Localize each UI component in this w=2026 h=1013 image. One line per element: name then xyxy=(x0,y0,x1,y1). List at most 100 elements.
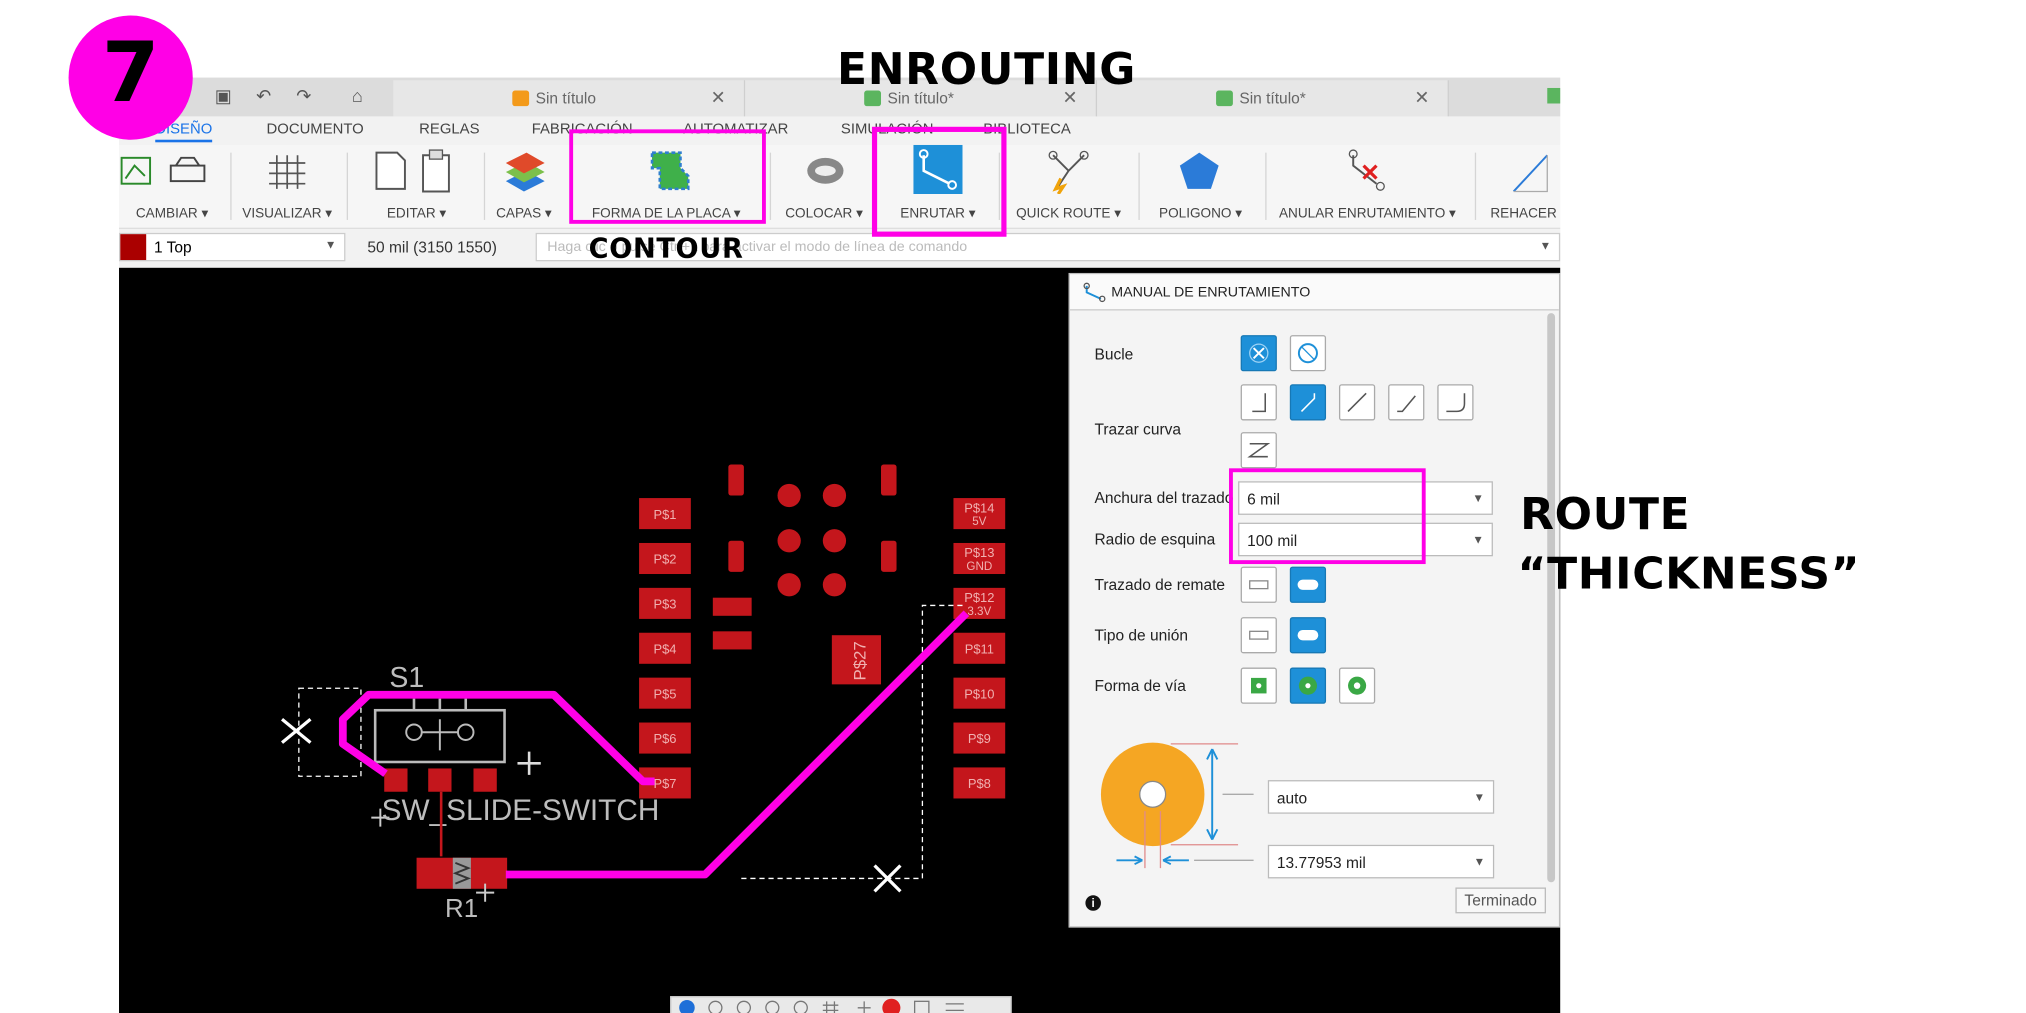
pad-oval xyxy=(728,464,744,496)
routed-trace xyxy=(505,610,970,879)
step-number: 7 xyxy=(101,25,160,122)
switch-center xyxy=(421,719,458,751)
pad-round xyxy=(777,529,801,553)
cap-flat-button[interactable] xyxy=(1240,566,1277,603)
chevron-down-icon: ▼ xyxy=(1473,790,1486,804)
bend-arc-button[interactable] xyxy=(1437,384,1474,421)
cap-flat-icon xyxy=(1249,580,1269,590)
thickness-annotation: “THICKNESS” xyxy=(1517,548,1861,601)
switch-pad xyxy=(384,768,408,792)
contour-highlight-box xyxy=(569,129,766,224)
loop-keep-button[interactable] xyxy=(1289,335,1327,372)
chevron-down-icon: ▼ xyxy=(1472,533,1484,546)
right-pad-column: P$145V P$13GND P$123.3V P$11 P$10 P$9 P$8 xyxy=(953,498,1006,799)
switch-pad xyxy=(473,768,497,792)
pad-label: P$12 xyxy=(964,590,994,605)
bend-straight-button[interactable] xyxy=(1338,384,1376,421)
loop-remove-button[interactable] xyxy=(1240,335,1277,372)
bend-45-button[interactable] xyxy=(1289,384,1327,421)
pad-label: P$1 xyxy=(653,507,676,522)
info-icon[interactable]: i xyxy=(1085,895,1101,911)
bend-45-alt-button[interactable] xyxy=(1388,384,1425,421)
route-icon xyxy=(1083,282,1106,303)
switch-origin-plus xyxy=(517,751,541,775)
pad-sublabel: GND xyxy=(966,560,992,573)
join-round-icon xyxy=(1297,630,1319,641)
via-square-button[interactable] xyxy=(1240,667,1277,704)
via-square-icon xyxy=(1251,677,1267,694)
bend-free-icon xyxy=(1247,442,1271,458)
pad-label: P$3 xyxy=(653,597,676,612)
route-annotation: ROUTE xyxy=(1520,489,1691,541)
via-octagon-icon xyxy=(1348,676,1367,695)
pad-label: P$14 xyxy=(964,500,994,515)
pad-round xyxy=(822,483,847,508)
pad-label: P$11 xyxy=(965,641,994,656)
anchura-label: Anchura del trazado xyxy=(1094,489,1234,508)
bucle-label: Bucle xyxy=(1094,345,1134,364)
via-round-button[interactable] xyxy=(1289,667,1327,704)
pad-label: P$8 xyxy=(968,776,991,791)
pad-label: P$4 xyxy=(653,641,676,656)
pad-oval xyxy=(881,540,897,572)
bend-straight-icon xyxy=(1347,392,1367,412)
slide-content: ▣ ↶ ↷ ⌂ Sin título ✕ Sin título* ✕ Sin t… xyxy=(0,0,2026,1013)
via-diagram xyxy=(1100,742,1254,869)
loop-remove-icon xyxy=(1249,343,1269,363)
trazar-curva-label: Trazar curva xyxy=(1094,420,1182,439)
via-diameter-value: 13.77953 mil xyxy=(1276,853,1366,872)
enrouting-highlight-box xyxy=(871,126,1007,237)
via-drill-value: auto xyxy=(1276,789,1308,808)
part-name-s1: S1 xyxy=(389,662,424,694)
slide: ▣ ↶ ↷ ⌂ Sin título ✕ Sin título* ✕ Sin t… xyxy=(0,0,2026,1013)
manual-routing-panel: MANUAL DE ENRUTAMIENTO Bucle Trazar curv… xyxy=(1068,272,1561,928)
routed-trace xyxy=(338,690,655,786)
pad-round xyxy=(777,573,801,597)
pad-label: P$13 xyxy=(964,545,994,560)
pad-sublabel: 5V xyxy=(972,515,986,528)
pad-round xyxy=(822,573,847,597)
chevron-down-icon: ▼ xyxy=(1472,491,1484,505)
bend-90-button[interactable] xyxy=(1240,384,1277,421)
join-flat-button[interactable] xyxy=(1240,617,1277,654)
pad-label: P$2 xyxy=(653,552,676,567)
switch-pad xyxy=(428,768,452,792)
pad-label: P$5 xyxy=(653,686,676,701)
part-name-r1: R1 xyxy=(445,895,478,923)
join-flat-icon xyxy=(1249,630,1269,640)
via-drill-select[interactable]: auto ▼ xyxy=(1267,780,1495,814)
switch-hole xyxy=(405,723,423,741)
via-octagon-button[interactable] xyxy=(1338,667,1376,704)
view-tools-icons xyxy=(679,998,964,1013)
bend-45-alt-icon xyxy=(1397,395,1416,413)
pad-oval xyxy=(728,540,744,572)
pad-rect xyxy=(712,631,752,650)
chevron-down-icon: ▼ xyxy=(1473,855,1486,869)
cap-round-button[interactable] xyxy=(1289,566,1327,603)
bend-90-icon xyxy=(1252,393,1267,413)
switch-leads xyxy=(412,698,468,711)
done-button[interactable]: Terminado xyxy=(1455,887,1546,914)
join-round-button[interactable] xyxy=(1289,617,1327,654)
via-diameter-select[interactable]: 13.77953 mil ▼ xyxy=(1267,844,1495,879)
bend-free-button[interactable] xyxy=(1240,432,1277,469)
switch-hole xyxy=(456,723,475,741)
enrouting-annotation: ENROUTING xyxy=(837,43,1136,96)
part-value-switch: SW_SLIDE-SWITCH xyxy=(382,794,660,827)
pad-label: P$10 xyxy=(964,686,994,701)
route-thickness-highlight-box xyxy=(1229,468,1426,565)
pad-label: P$9 xyxy=(968,731,991,746)
panel-header: MANUAL DE ENRUTAMIENTO xyxy=(1069,274,1559,311)
union-label: Tipo de unión xyxy=(1094,626,1188,645)
pad-sublabel: 3.3V xyxy=(967,605,991,618)
radio-label: Radio de esquina xyxy=(1094,530,1216,549)
cap-round-icon xyxy=(1297,579,1319,590)
pad-p27-label: P$27 xyxy=(850,641,869,680)
bend-arc-icon xyxy=(1446,393,1466,413)
panel-title: MANUAL DE ENRUTAMIENTO xyxy=(1111,284,1311,301)
contour-annotation: CONTOUR xyxy=(588,232,744,264)
left-pad-column: P$1 P$2 P$3 P$4 P$5 P$6 P$7 xyxy=(639,498,691,799)
via-round-icon xyxy=(1298,676,1317,695)
loop-keep-icon xyxy=(1297,343,1318,364)
bend-45-icon xyxy=(1300,393,1316,412)
